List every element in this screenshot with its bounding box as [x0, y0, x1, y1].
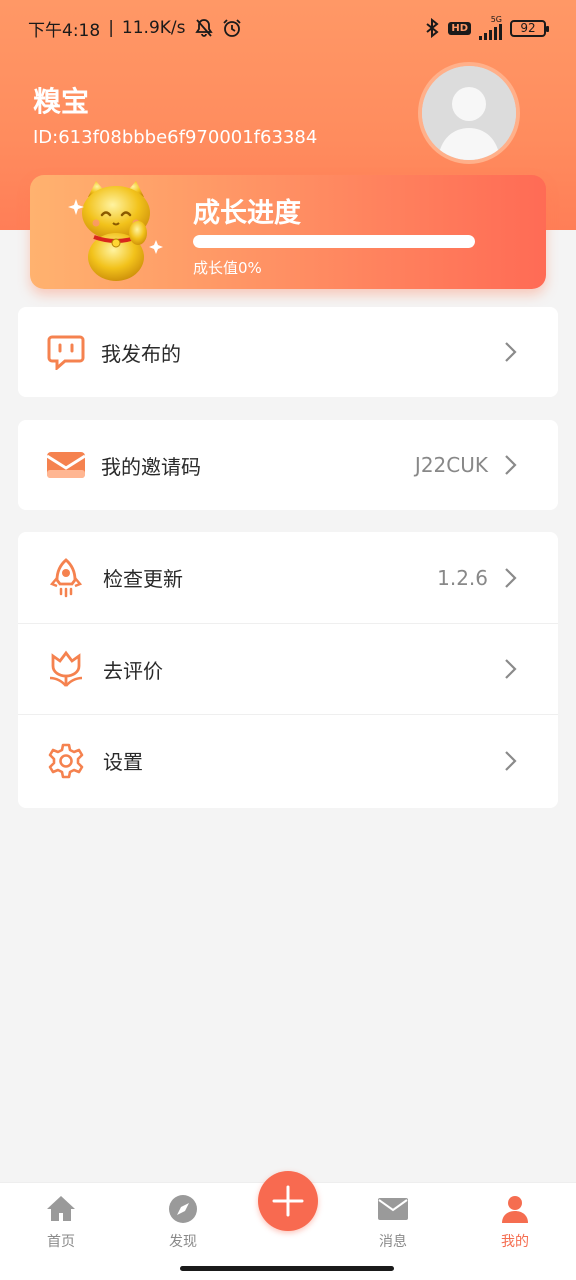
profile-name: 糗宝 [33, 85, 90, 118]
hd-badge: HD [448, 21, 471, 35]
chat-bubble-icon [46, 332, 86, 372]
nav-label-mine: 我的 [501, 1234, 529, 1250]
network-speed: 11.9K/s [121, 18, 186, 38]
alarm-clock-icon [222, 19, 241, 37]
growth-progress-bar [193, 235, 475, 248]
add-post-button[interactable] [258, 1171, 318, 1231]
growth-progress-card[interactable]: 成长进度 成长值0% [30, 175, 546, 289]
status-divider: | [108, 18, 114, 38]
user-icon [502, 1196, 528, 1223]
status-right: HD 5G 92 [424, 16, 549, 40]
chevron-right-icon [505, 659, 517, 679]
menu-label-rate: 去评价 [103, 658, 163, 683]
menu-label-published: 我发布的 [101, 341, 181, 366]
menu-item-settings[interactable]: 设置 [18, 714, 558, 806]
chevron-right-icon [505, 342, 517, 362]
menu-label-invite-code: 我的邀请码 [101, 454, 201, 479]
compass-icon [169, 1195, 197, 1223]
bluetooth-icon [426, 18, 439, 38]
chevron-right-icon [505, 750, 517, 771]
envelope-icon [46, 445, 86, 485]
battery-icon: 92 [510, 19, 549, 37]
nav-mine[interactable]: 我的 [475, 1193, 555, 1251]
default-avatar-icon [422, 66, 516, 160]
invite-code-value: J22CUK [414, 453, 488, 477]
gear-icon [46, 741, 86, 781]
profile-id: ID:613f08bbbe6f970001f63384 [33, 127, 318, 148]
bell-muted-icon [194, 19, 213, 37]
home-indicator [180, 1266, 394, 1271]
nav-discover[interactable]: 发现 [143, 1193, 223, 1251]
menu-item-published[interactable]: 我发布的 [18, 307, 558, 397]
chevron-right-icon [505, 567, 517, 588]
published-card: 我发布的 [18, 307, 558, 397]
status-bar: 下午4:18 | 11.9K/s HD 5G 92 [0, 0, 576, 56]
avatar[interactable] [418, 62, 520, 164]
settings-card: 检查更新 1.2.6 去评价 设置 [18, 532, 558, 808]
network-type: 5G [490, 15, 502, 24]
menu-label-check-update: 检查更新 [103, 567, 183, 591]
growth-progress-track [193, 235, 475, 248]
chevron-right-icon [505, 455, 517, 475]
status-left: 下午4:18 | 11.9K/s [28, 16, 242, 41]
battery-level: 92 [520, 21, 536, 35]
nav-label-discover: 发现 [169, 1234, 197, 1250]
menu-item-rate[interactable]: 去评价 [18, 623, 558, 714]
status-time: 下午4:18 [28, 20, 101, 41]
mail-icon [378, 1198, 408, 1220]
signal-bars-icon [479, 24, 502, 40]
menu-item-check-update[interactable]: 检查更新 1.2.6 [18, 532, 558, 623]
growth-value-label: 成长值0% [193, 259, 262, 277]
menu-label-settings: 设置 [103, 750, 143, 774]
menu-item-invite-code[interactable]: 我的邀请码 J22CUK [18, 420, 558, 510]
cellular-signal: 5G [479, 16, 502, 40]
growth-title: 成长进度 [193, 198, 301, 229]
home-icon [47, 1196, 75, 1221]
invite-card: 我的邀请码 J22CUK [18, 420, 558, 510]
lucky-cat-icon [68, 181, 163, 281]
nav-label-home: 首页 [47, 1234, 75, 1250]
nav-messages[interactable]: 消息 [353, 1193, 433, 1251]
nav-home[interactable]: 首页 [21, 1193, 101, 1251]
rocket-icon [46, 557, 86, 598]
nav-label-messages: 消息 [379, 1234, 407, 1250]
tulip-icon [46, 649, 86, 689]
plus-icon [272, 1185, 304, 1217]
app-version-value: 1.2.6 [437, 565, 488, 590]
